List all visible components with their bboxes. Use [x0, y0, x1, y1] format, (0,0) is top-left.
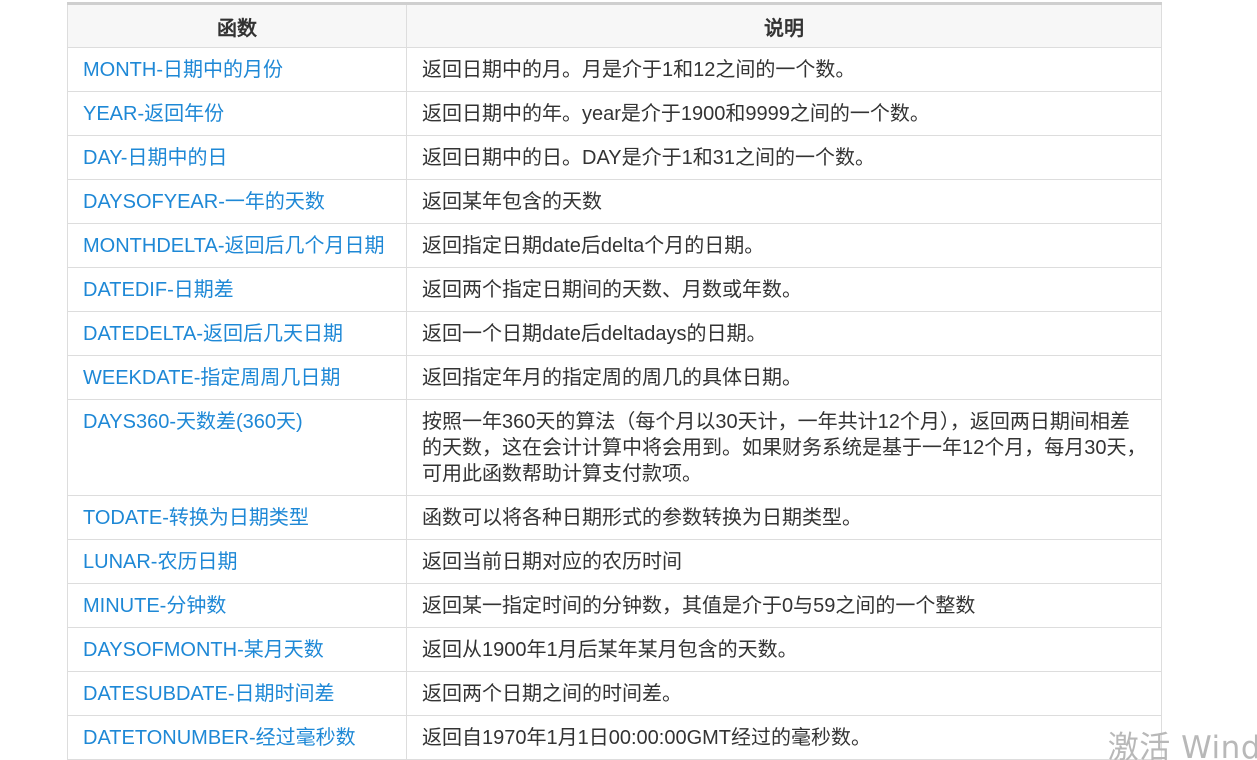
function-description: 返回某年包含的天数 [406, 179, 1162, 224]
function-description: 返回两个日期之间的时间差。 [406, 671, 1162, 716]
table-row: TODATE-转换为日期类型 函数可以将各种日期形式的参数转换为日期类型。 [67, 495, 1162, 540]
table-row: DAYS360-天数差(360天) 按照一年360天的算法（每个月以30天计，一… [67, 399, 1162, 496]
function-description: 返回某一指定时间的分钟数，其值是介于0与59之间的一个整数 [406, 583, 1162, 628]
function-name-link[interactable]: YEAR-返回年份 [67, 91, 407, 136]
table-row: DAY-日期中的日 返回日期中的日。DAY是介于1和31之间的一个数。 [67, 135, 1162, 180]
function-name-link[interactable]: DATETONUMBER-经过毫秒数 [67, 715, 407, 760]
page: 函数 说明 MONTH-日期中的月份 返回日期中的月。月是介于1和12之间的一个… [0, 0, 1257, 760]
table-header-row: 函数 说明 [67, 2, 1162, 48]
function-name-link[interactable]: DAYS360-天数差(360天) [67, 399, 407, 496]
function-name-link[interactable]: MONTHDELTA-返回后几个月日期 [67, 223, 407, 268]
function-name-link[interactable]: LUNAR-农历日期 [67, 539, 407, 584]
function-column-header: 函数 [67, 2, 407, 48]
table-row: MINUTE-分钟数 返回某一指定时间的分钟数，其值是介于0与59之间的一个整数 [67, 583, 1162, 628]
function-description: 返回指定年月的指定周的周几的具体日期。 [406, 355, 1162, 400]
function-description: 返回当前日期对应的农历时间 [406, 539, 1162, 584]
function-name-link[interactable]: DATESUBDATE-日期时间差 [67, 671, 407, 716]
function-description: 返回日期中的日。DAY是介于1和31之间的一个数。 [406, 135, 1162, 180]
function-name-link[interactable]: DATEDELTA-返回后几天日期 [67, 311, 407, 356]
function-name-link[interactable]: DAYSOFYEAR-一年的天数 [67, 179, 407, 224]
function-description: 返回一个日期date后deltadays的日期。 [406, 311, 1162, 356]
date-function-table: 函数 说明 MONTH-日期中的月份 返回日期中的月。月是介于1和12之间的一个… [67, 2, 1162, 760]
table-row: DATETONUMBER-经过毫秒数 返回自1970年1月1日00:00:00G… [67, 715, 1162, 760]
function-description: 按照一年360天的算法（每个月以30天计，一年共计12个月），返回两日期间相差的… [406, 399, 1162, 496]
table-row: YEAR-返回年份 返回日期中的年。year是介于1900和9999之间的一个数… [67, 91, 1162, 136]
table-row: DATEDELTA-返回后几天日期 返回一个日期date后deltadays的日… [67, 311, 1162, 356]
function-name-link[interactable]: DAYSOFMONTH-某月天数 [67, 627, 407, 672]
function-name-link[interactable]: WEEKDATE-指定周周几日期 [67, 355, 407, 400]
table-row: DAYSOFYEAR-一年的天数 返回某年包含的天数 [67, 179, 1162, 224]
function-name-link[interactable]: MONTH-日期中的月份 [67, 47, 407, 92]
function-description: 返回日期中的月。月是介于1和12之间的一个数。 [406, 47, 1162, 92]
table-row: MONTH-日期中的月份 返回日期中的月。月是介于1和12之间的一个数。 [67, 47, 1162, 92]
activate-windows-watermark: 激活 Wind [1107, 730, 1257, 760]
function-name-link[interactable]: TODATE-转换为日期类型 [67, 495, 407, 540]
function-description: 返回日期中的年。year是介于1900和9999之间的一个数。 [406, 91, 1162, 136]
table-row: DATEDIF-日期差 返回两个指定日期间的天数、月数或年数。 [67, 267, 1162, 312]
table-row: LUNAR-农历日期 返回当前日期对应的农历时间 [67, 539, 1162, 584]
function-description: 返回自1970年1月1日00:00:00GMT经过的毫秒数。 [406, 715, 1162, 760]
function-name-link[interactable]: DATEDIF-日期差 [67, 267, 407, 312]
description-column-header: 说明 [406, 2, 1162, 48]
table-row: DAYSOFMONTH-某月天数 返回从1900年1月后某年某月包含的天数。 [67, 627, 1162, 672]
function-description: 返回从1900年1月后某年某月包含的天数。 [406, 627, 1162, 672]
function-description: 返回指定日期date后delta个月的日期。 [406, 223, 1162, 268]
function-name-link[interactable]: MINUTE-分钟数 [67, 583, 407, 628]
table-row: WEEKDATE-指定周周几日期 返回指定年月的指定周的周几的具体日期。 [67, 355, 1162, 400]
function-description: 返回两个指定日期间的天数、月数或年数。 [406, 267, 1162, 312]
function-name-link[interactable]: DAY-日期中的日 [67, 135, 407, 180]
table-row: DATESUBDATE-日期时间差 返回两个日期之间的时间差。 [67, 671, 1162, 716]
table-row: MONTHDELTA-返回后几个月日期 返回指定日期date后delta个月的日… [67, 223, 1162, 268]
function-description: 函数可以将各种日期形式的参数转换为日期类型。 [406, 495, 1162, 540]
